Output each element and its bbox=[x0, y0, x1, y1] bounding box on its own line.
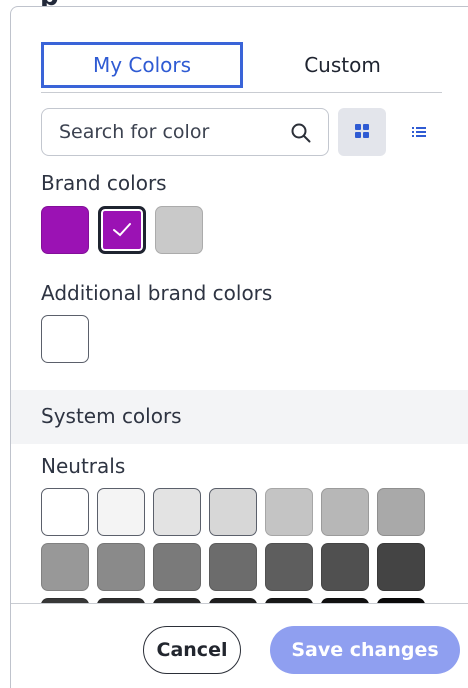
list-view-button[interactable] bbox=[395, 108, 443, 156]
list-view-icon bbox=[412, 123, 426, 142]
neutral-swatch[interactable] bbox=[209, 543, 257, 591]
tab-bar: My Colors Custom bbox=[41, 42, 442, 93]
brand-swatch[interactable] bbox=[98, 206, 146, 254]
tab-custom[interactable]: Custom bbox=[243, 42, 442, 88]
checkmark-icon bbox=[113, 223, 131, 237]
neutral-swatch[interactable] bbox=[97, 543, 145, 591]
neutral-swatch[interactable] bbox=[321, 488, 369, 536]
tab-my-colors[interactable]: My Colors bbox=[41, 42, 243, 88]
brand-swatch[interactable] bbox=[155, 206, 203, 254]
neutral-swatch[interactable] bbox=[153, 488, 201, 536]
neutral-swatch[interactable] bbox=[265, 488, 313, 536]
brand-colors-label: Brand colors bbox=[41, 171, 167, 195]
neutral-swatch[interactable] bbox=[153, 543, 201, 591]
neutral-swatch[interactable] bbox=[209, 488, 257, 536]
neutral-swatch[interactable] bbox=[377, 543, 425, 591]
neutral-swatch[interactable] bbox=[377, 488, 425, 536]
brand-swatch[interactable] bbox=[41, 206, 89, 254]
system-colors-header: System colors bbox=[11, 390, 468, 444]
neutrals-label: Neutrals bbox=[41, 454, 126, 478]
search-icon[interactable] bbox=[289, 121, 313, 145]
neutral-swatch[interactable] bbox=[41, 543, 89, 591]
system-colors-label: System colors bbox=[41, 404, 182, 428]
grid-view-button[interactable] bbox=[338, 108, 386, 156]
neutral-swatch[interactable] bbox=[321, 543, 369, 591]
footer-bar: Cancel Save changes bbox=[11, 604, 468, 688]
additional-brand-colors-label: Additional brand colors bbox=[41, 281, 273, 305]
color-picker-panel: My Colors Custom Search for color Brand … bbox=[10, 6, 468, 688]
search-input[interactable] bbox=[42, 109, 289, 155]
color-picker-screen: p My Colors Custom bbox=[0, 0, 468, 688]
additional-brand-swatch[interactable] bbox=[41, 315, 89, 363]
neutral-swatch[interactable] bbox=[41, 488, 89, 536]
neutral-swatch[interactable] bbox=[97, 488, 145, 536]
search-field bbox=[41, 108, 329, 156]
save-changes-button[interactable]: Save changes bbox=[270, 626, 460, 674]
grid-view-icon bbox=[355, 123, 369, 142]
neutral-swatch[interactable] bbox=[265, 543, 313, 591]
cancel-button[interactable]: Cancel bbox=[143, 626, 241, 674]
